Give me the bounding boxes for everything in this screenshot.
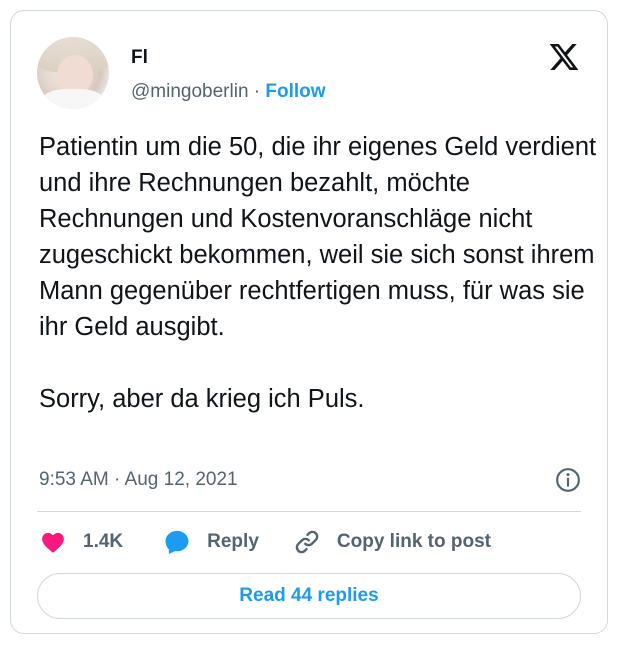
handle-separator: ·	[248, 81, 266, 102]
author-name[interactable]: Fl	[131, 47, 148, 69]
info-icon[interactable]	[555, 467, 581, 493]
read-replies-button[interactable]: Read 44 replies	[37, 573, 581, 619]
heart-icon	[42, 532, 64, 553]
tweet-card: Fl @mingoberlin · Follow Patientin um di…	[10, 10, 608, 634]
link-icon	[295, 530, 319, 554]
follow-button[interactable]: Follow	[265, 81, 325, 102]
reply-button[interactable]: Reply	[163, 528, 259, 556]
likes-count: 1.4K	[83, 531, 124, 552]
author-handle[interactable]: @mingoberlin	[131, 81, 249, 102]
tweet-text: Patientin um die 50, die ihr eigenes Gel…	[39, 133, 597, 413]
tweet-timestamp[interactable]: 9:53 AM · Aug 12, 2021	[39, 469, 238, 491]
avatar-shirt	[41, 89, 105, 109]
speech-bubble-icon	[165, 530, 189, 555]
action-bar: 1.4K Reply Copy link to post	[39, 524, 491, 560]
copy-link-button[interactable]: Copy link to post	[293, 528, 491, 556]
copy-link-label: Copy link to post	[336, 531, 491, 552]
x-logo-icon[interactable]	[547, 41, 581, 73]
reply-label: Reply	[207, 531, 259, 552]
like-button[interactable]: 1.4K	[39, 529, 123, 555]
author-handle-row: @mingoberlin · Follow	[131, 81, 326, 103]
avatar[interactable]	[37, 37, 109, 109]
divider	[37, 511, 581, 512]
